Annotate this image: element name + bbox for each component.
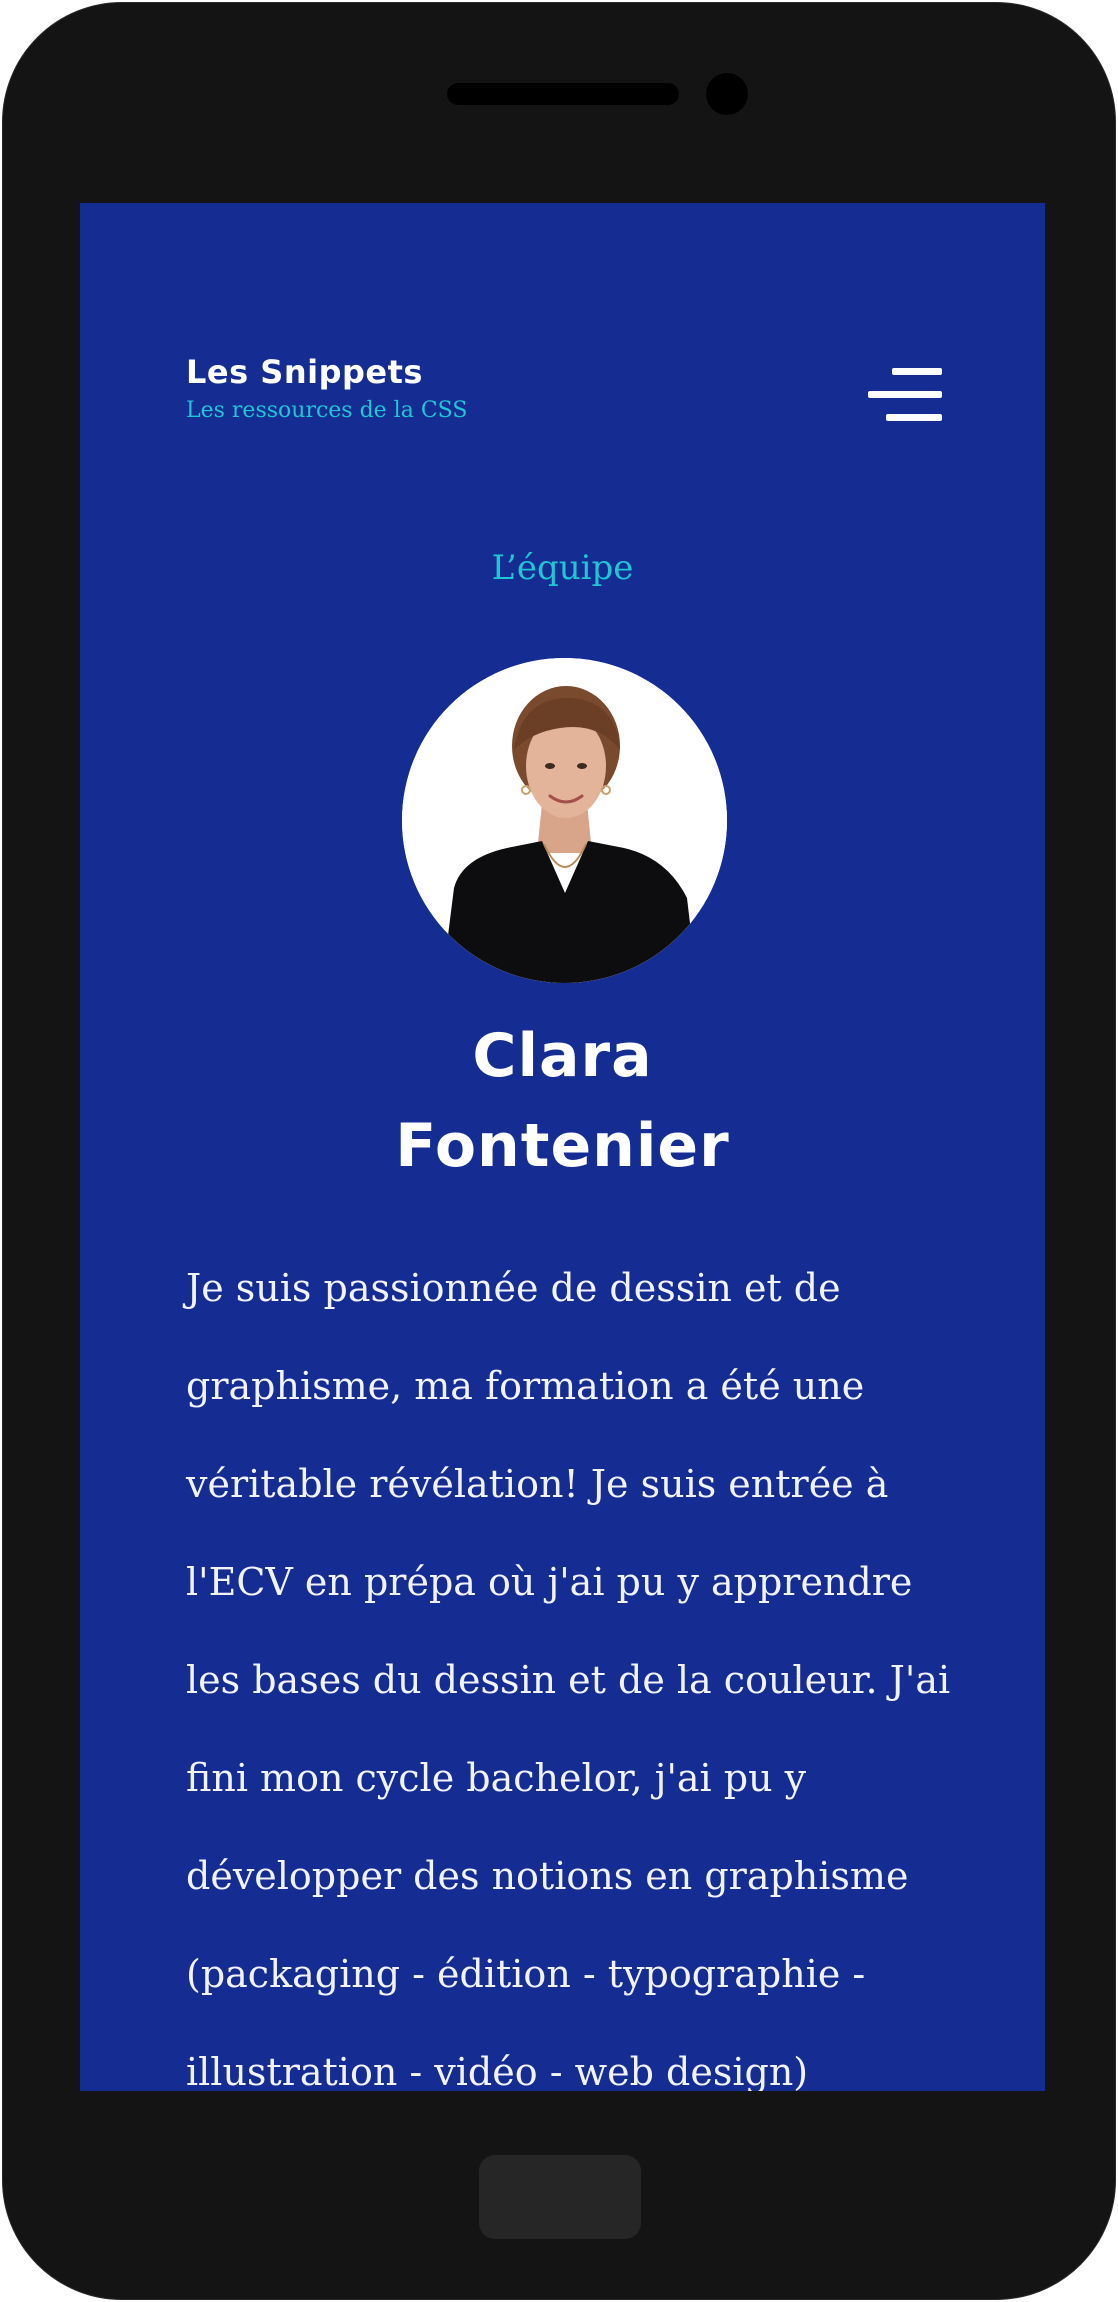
team-member-bio: Je suis passionnée de dessin et de graph… [186,1266,951,2091]
last-name: Fontenier [395,1111,730,1181]
hamburger-menu-icon[interactable] [868,365,948,425]
site-title: Les Snippets [186,353,423,391]
site-brand[interactable]: Les Snippets Les ressources de la CSS [186,356,467,422]
menu-bar [892,368,942,375]
phone-camera [706,73,748,115]
phone-speaker [447,83,679,105]
team-member-name: Clara Fontenier [80,1011,1045,1191]
menu-bar [886,414,942,421]
team-member-photo [402,658,727,983]
section-label: L’équipe [491,548,634,588]
first-name: Clara [472,1021,653,1091]
home-button[interactable] [479,2155,641,2239]
portrait-photo [402,658,727,983]
phone-frame: Les Snippets Les ressources de la CSS L’… [2,2,1116,2300]
site-tagline: Les ressources de la CSS [186,398,468,423]
menu-bar [868,391,942,398]
phone-screen: Les Snippets Les ressources de la CSS L’… [80,203,1045,2091]
